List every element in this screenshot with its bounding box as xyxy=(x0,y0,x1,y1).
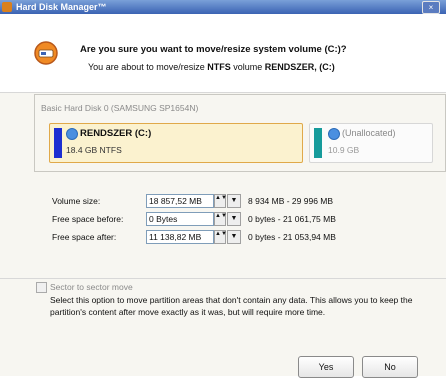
dialog-header: Are you sure you want to move/resize sys… xyxy=(0,14,446,93)
partition-name: (Unallocated) xyxy=(342,128,396,138)
free-after-unit-dropdown[interactable]: ▼ xyxy=(227,230,241,244)
yes-button[interactable]: Yes xyxy=(298,356,354,378)
volume-size-range: 8 934 MB - 29 996 MB xyxy=(248,196,334,206)
partition-icon xyxy=(66,128,78,140)
partition-color-stripe xyxy=(54,128,62,158)
free-after-range: 0 bytes - 21 053,94 MB xyxy=(248,232,336,242)
window-title: Hard Disk Manager™ xyxy=(16,2,107,12)
partition-name: RENDSZER (C:) xyxy=(80,128,152,139)
free-before-unit-dropdown[interactable]: ▼ xyxy=(227,212,241,226)
free-after-label: Free space after: xyxy=(52,232,117,242)
volume-size-spinner[interactable]: ▲▼ xyxy=(214,194,227,208)
dialog-content: Are you sure you want to move/resize sys… xyxy=(0,14,446,378)
sector-move-label: Sector to sector move xyxy=(50,282,133,292)
partition-unallocated[interactable]: (Unallocated) 10.9 GB xyxy=(309,123,433,163)
volume-size-input[interactable]: 18 857,52 MB xyxy=(146,194,214,208)
confirm-question: Are you sure you want to move/resize sys… xyxy=(80,44,347,55)
free-before-input[interactable]: 0 Bytes xyxy=(146,212,214,226)
partition-system[interactable]: RENDSZER (C:) 18.4 GB NTFS xyxy=(49,123,303,163)
partition-color-stripe xyxy=(314,128,322,158)
divider xyxy=(0,278,446,279)
volume-size-label: Volume size: xyxy=(52,196,101,206)
volume-name: RENDSZER, (C:) xyxy=(264,62,335,72)
partition-icon xyxy=(328,128,340,140)
subtext-prefix: You are about to move/resize xyxy=(88,62,208,72)
free-before-range: 0 bytes - 21 061,75 MB xyxy=(248,214,336,224)
free-after-spinner[interactable]: ▲▼ xyxy=(214,230,227,244)
disk-map: Basic Hard Disk 0 (SAMSUNG SP1654N) REND… xyxy=(34,94,446,172)
filesystem-type: NTFS xyxy=(207,62,231,72)
free-before-label: Free space before: xyxy=(52,214,124,224)
confirm-subtext: You are about to move/resize NTFS volume… xyxy=(88,62,335,72)
app-icon xyxy=(2,2,12,12)
free-after-input[interactable]: 11 138,82 MB xyxy=(146,230,214,244)
sector-move-description: Select this option to move partition are… xyxy=(50,295,413,317)
move-resize-icon xyxy=(34,41,58,65)
volume-size-unit-dropdown[interactable]: ▼ xyxy=(227,194,241,208)
disk-title: Basic Hard Disk 0 (SAMSUNG SP1654N) xyxy=(41,103,199,113)
partition-size: 18.4 GB NTFS xyxy=(66,145,122,155)
sector-move-checkbox[interactable] xyxy=(36,282,47,293)
title-bar: Hard Disk Manager™ × xyxy=(0,0,446,14)
close-button[interactable]: × xyxy=(422,1,440,14)
subtext-middle: volume xyxy=(230,62,265,72)
partition-size: 10.9 GB xyxy=(328,145,360,155)
no-button[interactable]: No xyxy=(362,356,418,378)
free-before-spinner[interactable]: ▲▼ xyxy=(214,212,227,226)
